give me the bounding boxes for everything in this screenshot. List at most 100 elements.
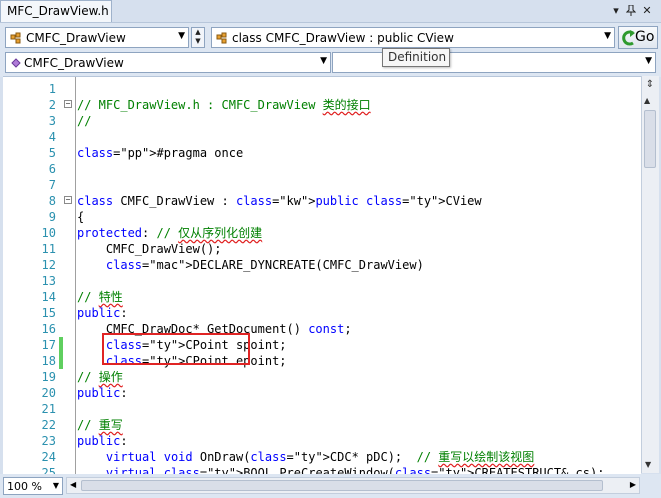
- member-combo-value: class CMFC_DrawView : public CView: [232, 31, 454, 45]
- code-line[interactable]: 2−// MFC_DrawView.h : CMFC_DrawView 类的接口: [3, 97, 641, 113]
- zoom-combo[interactable]: 100 % ▼: [3, 477, 63, 495]
- line-number: 3: [48, 114, 56, 128]
- class-combo-value: CMFC_DrawView: [26, 31, 126, 45]
- line-number: 10: [41, 226, 56, 240]
- code-text: {: [77, 210, 85, 224]
- collapse-icon[interactable]: −: [64, 100, 72, 108]
- code-line[interactable]: 4: [3, 129, 641, 145]
- line-number: 23: [41, 434, 56, 448]
- change-marker: [59, 337, 63, 353]
- go-arrow-icon: [622, 30, 635, 46]
- line-number: 4: [48, 130, 56, 144]
- code-line[interactable]: 10 protected: // 仅从序列化创建: [3, 225, 641, 241]
- line-number: 24: [41, 450, 56, 464]
- line-number: 20: [41, 386, 56, 400]
- code-line[interactable]: 23 public:: [3, 433, 641, 449]
- line-number: 16: [41, 322, 56, 336]
- code-line[interactable]: 22 // 重写: [3, 417, 641, 433]
- line-number: 1: [48, 82, 56, 96]
- code-line[interactable]: 11 CMFC_DrawView();: [3, 241, 641, 257]
- scroll-down-icon[interactable]: ▼: [645, 460, 651, 469]
- definition-tooltip: Definition: [382, 48, 450, 67]
- collapse-icon[interactable]: −: [64, 196, 72, 204]
- code-text: // 特性: [77, 290, 123, 304]
- vertical-scroll-thumb[interactable]: [644, 110, 656, 168]
- code-line[interactable]: 24 virtual void OnDraw(class="ty">CDC* p…: [3, 449, 641, 465]
- code-line[interactable]: 25 virtual class="ty">BOOL PreCreateWind…: [3, 465, 641, 474]
- line-number: 22: [41, 418, 56, 432]
- line-number: 8: [48, 194, 56, 208]
- chevron-down-icon: ▼: [52, 481, 59, 490]
- line-number: 15: [41, 306, 56, 320]
- code-text: public:: [77, 434, 128, 448]
- code-line[interactable]: 19 // 操作: [3, 369, 641, 385]
- code-line[interactable]: 14 // 特性: [3, 289, 641, 305]
- code-line[interactable]: 8− class CMFC_DrawView : class="kw">publi…: [3, 193, 641, 209]
- code-text: virtual void OnDraw(class="ty">CDC* pDC)…: [105, 450, 535, 464]
- code-line[interactable]: 6: [3, 161, 641, 177]
- code-text: //: [77, 114, 92, 128]
- document-tab-title: MFC_DrawView.h: [7, 4, 109, 18]
- chevron-down-icon: ▼: [604, 31, 611, 41]
- scroll-right-icon[interactable]: ▶: [630, 480, 636, 489]
- line-number: 13: [41, 274, 56, 288]
- line-number: 6: [48, 162, 56, 176]
- change-marker: [59, 353, 63, 369]
- class-combo[interactable]: CMFC_DrawView ▼: [5, 27, 189, 48]
- navigation-bar: CMFC_DrawView ▼ ▲ ▼ class CMFC_DrawView :…: [0, 22, 661, 77]
- line-number: 11: [41, 242, 56, 256]
- code-line[interactable]: 15 public:: [3, 305, 641, 321]
- chevron-down-icon: ▼: [178, 31, 185, 41]
- chevron-down-icon: ▼: [645, 56, 652, 66]
- scope-right-combo[interactable]: ▼: [332, 52, 656, 73]
- line-number: 2: [48, 98, 56, 112]
- line-number: 12: [41, 258, 56, 272]
- code-text: CMFC_DrawView();: [77, 242, 222, 256]
- code-line[interactable]: 17 class="ty">CPoint spoint;: [3, 337, 641, 353]
- document-tab[interactable]: MFC_DrawView.h: [0, 0, 112, 22]
- code-line[interactable]: 18 class="ty">CPoint epoint;: [3, 353, 641, 369]
- code-line[interactable]: 12 class="mac">DECLARE_DYNCREATE(CMFC_Dr…: [3, 257, 641, 273]
- code-text: protected: // 仅从序列化创建: [77, 226, 263, 240]
- close-icon[interactable]: ✕: [640, 5, 654, 17]
- horizontal-scroll-thumb[interactable]: [81, 480, 603, 491]
- scope-combo[interactable]: CMFC_DrawView ▼: [5, 52, 331, 73]
- scroll-left-icon[interactable]: ◀: [70, 480, 76, 489]
- code-text: class="pp">#pragma once: [77, 146, 244, 160]
- dropdown-icon[interactable]: ▾: [609, 5, 623, 17]
- line-number: 21: [41, 402, 56, 416]
- line-number: 5: [48, 146, 56, 160]
- code-line[interactable]: 13: [3, 273, 641, 289]
- highlight-box: [102, 333, 250, 365]
- class-icon: [216, 32, 227, 44]
- horizontal-scrollbar[interactable]: ◀ ▶: [66, 477, 640, 494]
- go-label: Go: [635, 29, 655, 45]
- line-number: 18: [41, 354, 56, 368]
- class-icon: [10, 32, 21, 44]
- go-button[interactable]: Go: [618, 26, 658, 49]
- code-text: public:: [77, 386, 128, 400]
- line-number: 7: [48, 178, 56, 192]
- code-line[interactable]: 9{: [3, 209, 641, 225]
- code-line[interactable]: 3 //: [3, 113, 641, 129]
- code-text: class CMFC_DrawView : class="kw">public …: [77, 194, 482, 208]
- member-combo[interactable]: class CMFC_DrawView : public CView ▼: [211, 27, 615, 48]
- code-text: // MFC_DrawView.h : CMFC_DrawView 类的接口: [77, 98, 371, 112]
- code-line[interactable]: 7: [3, 177, 641, 193]
- pin-icon[interactable]: [624, 4, 638, 17]
- bottom-bar: 100 % ▼ ◀ ▶: [0, 474, 661, 498]
- vertical-scrollbar[interactable]: ⇕ ▲ ▼: [641, 76, 659, 473]
- line-number: 17: [41, 338, 56, 352]
- code-line[interactable]: 1: [3, 81, 641, 97]
- code-line[interactable]: 20 public:: [3, 385, 641, 401]
- code-line[interactable]: 5 class="pp">#pragma once: [3, 145, 641, 161]
- line-number: 9: [48, 210, 56, 224]
- code-text: // 重写: [77, 418, 123, 432]
- scroll-up-icon[interactable]: ▲: [644, 96, 650, 105]
- code-editor[interactable]: 1 2−// MFC_DrawView.h : CMFC_DrawView 类的接…: [3, 76, 641, 474]
- code-line[interactable]: 21: [3, 401, 641, 417]
- code-line[interactable]: 16 CMFC_DrawDoc* GetDocument() const;: [3, 321, 641, 337]
- split-handle-icon[interactable]: ⇕: [644, 78, 656, 92]
- spin-button[interactable]: ▲ ▼: [191, 27, 205, 48]
- chevron-down-icon: ▼: [320, 56, 327, 66]
